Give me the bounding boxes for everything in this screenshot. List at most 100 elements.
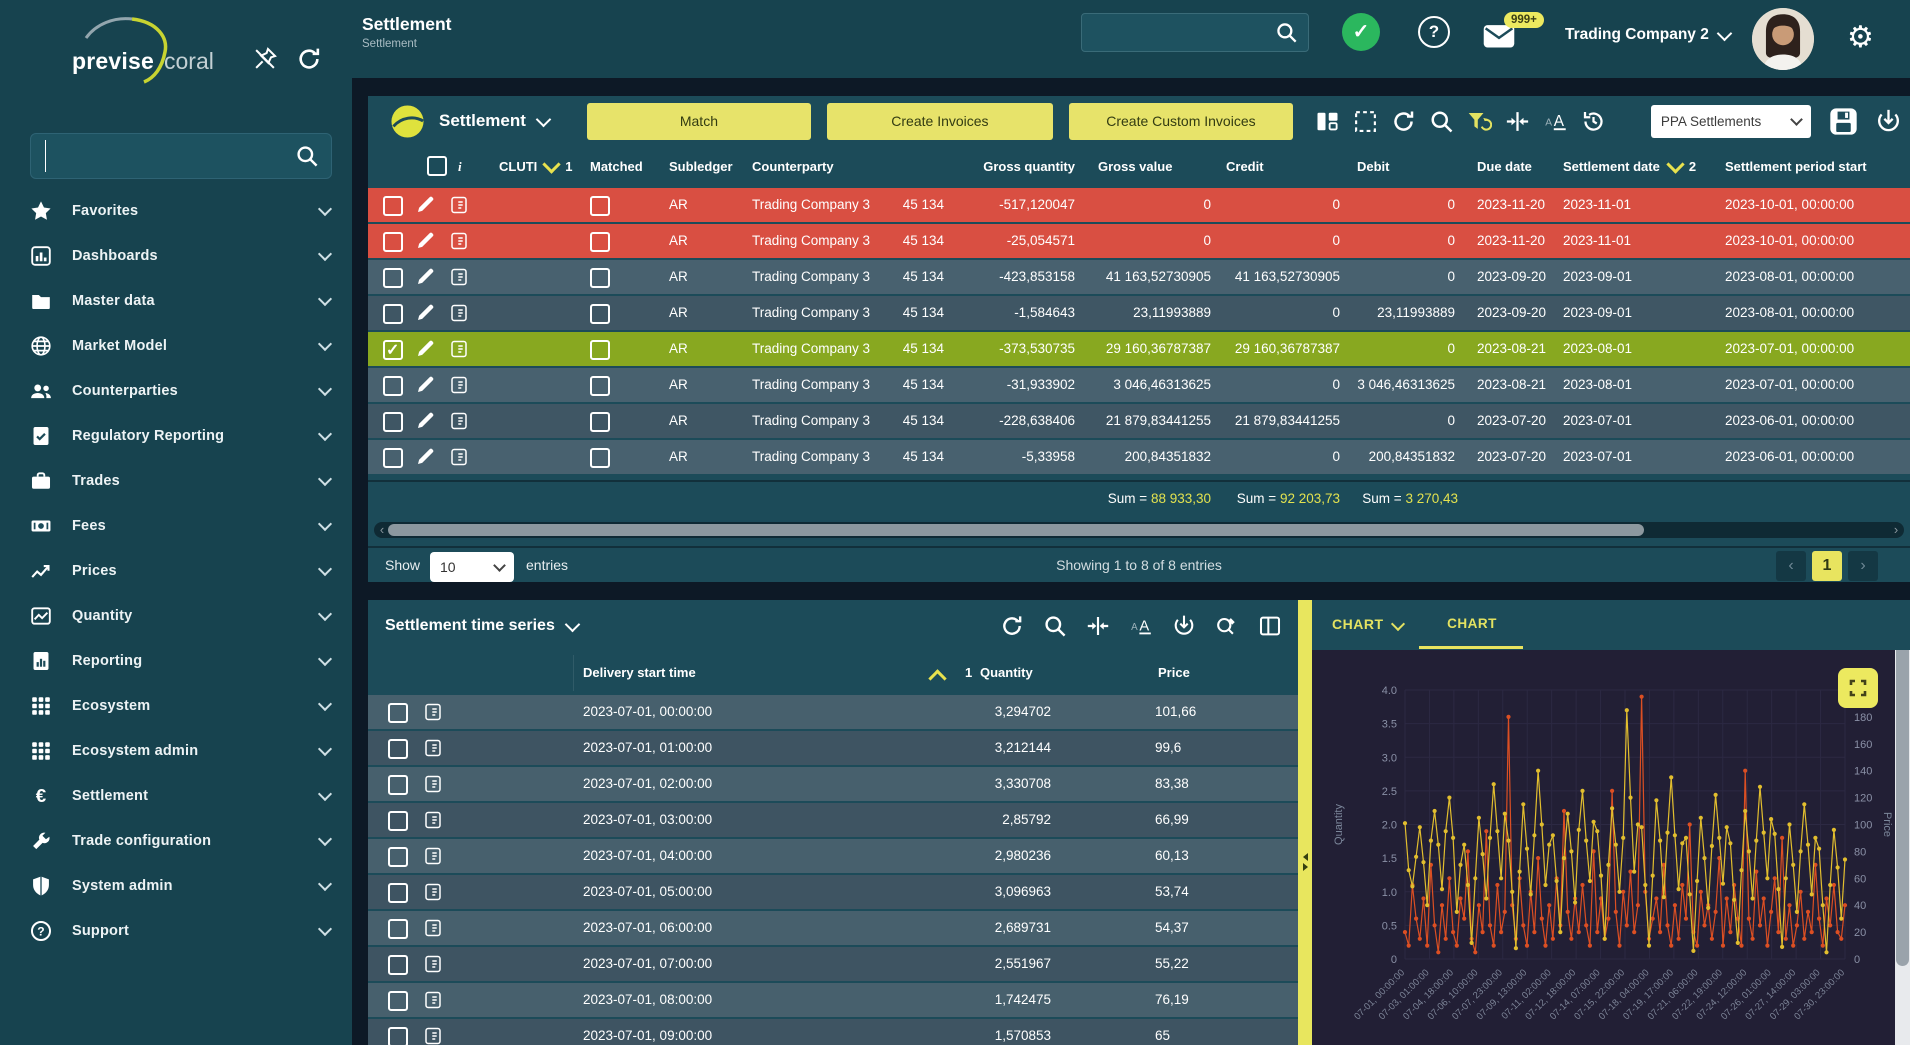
table-row[interactable]: 45 134ARTrading Company 3-423,85315841 1… — [368, 260, 1910, 294]
sidebar-item-regulatory-reporting[interactable]: Regulatory Reporting — [0, 413, 352, 458]
column-header-settlement-period-start[interactable]: Settlement period start — [1725, 148, 1867, 186]
matched-checkbox[interactable] — [590, 196, 610, 216]
edit-icon[interactable] — [415, 339, 435, 359]
sidebar-item-support[interactable]: ?Support — [0, 908, 352, 953]
row-checkbox[interactable] — [388, 991, 408, 1011]
details-icon[interactable] — [449, 375, 469, 395]
refresh-icon[interactable] — [1000, 614, 1024, 638]
sidebar-search-input[interactable] — [45, 140, 280, 172]
avatar[interactable] — [1752, 8, 1814, 70]
sidebar-item-quantity[interactable]: Quantity — [0, 593, 352, 638]
table-row[interactable]: 45 134ARTrading Company 3-25,05457100020… — [368, 224, 1910, 258]
tab-chart[interactable]: CHART — [1430, 616, 1514, 631]
selection-box-icon[interactable] — [1353, 109, 1378, 134]
row-checkbox[interactable] — [383, 304, 403, 324]
columns-icon[interactable] — [1315, 109, 1340, 134]
matched-checkbox[interactable] — [590, 268, 610, 288]
table-row[interactable]: 45 134ARTrading Company 3-373,53073529 1… — [368, 332, 1910, 366]
edit-icon[interactable] — [415, 447, 435, 467]
details-icon[interactable] — [423, 702, 443, 722]
table-row[interactable]: 2023-07-01, 09:00:001,57085365 — [368, 1019, 1298, 1045]
table-row[interactable]: 45 134ARTrading Company 3-517,1200470002… — [368, 188, 1910, 222]
settings-gear-icon[interactable]: ⚙ — [1847, 20, 1874, 56]
timeseries-chart[interactable]: 4.03.53.02.52.01.51.00.50200180160140120… — [1312, 650, 1910, 1045]
fit-columns-icon[interactable] — [1086, 614, 1110, 638]
horizontal-scrollbar[interactable]: ‹ › — [374, 522, 1904, 538]
row-checkbox[interactable] — [383, 196, 403, 216]
select-all-checkbox[interactable] — [427, 156, 447, 176]
panel-resize-divider[interactable] — [1298, 600, 1312, 1045]
table-row[interactable]: 2023-07-01, 06:00:002,68973154,37 — [368, 911, 1298, 945]
column-header-price[interactable]: Price — [1158, 655, 1190, 691]
column-header-settlement-date[interactable]: Settlement date2 — [1563, 148, 1696, 186]
row-checkbox[interactable] — [388, 811, 408, 831]
row-checkbox[interactable] — [383, 376, 403, 396]
sidebar-item-trade-configuration[interactable]: Trade configuration — [0, 818, 352, 863]
sidebar-item-prices[interactable]: Prices — [0, 548, 352, 593]
column-header-credit[interactable]: Credit — [1226, 148, 1264, 186]
details-icon[interactable] — [449, 339, 469, 359]
search-icon[interactable] — [295, 144, 319, 168]
table-row[interactable]: 2023-07-01, 03:00:002,8579266,99 — [368, 803, 1298, 837]
column-header-cluti[interactable]: CLUTI1 — [499, 148, 573, 186]
table-row[interactable]: 2023-07-01, 01:00:003,21214499,6 — [368, 731, 1298, 765]
edit-icon[interactable] — [415, 195, 435, 215]
download-icon[interactable] — [1875, 108, 1902, 135]
save-icon[interactable] — [1829, 107, 1858, 136]
fullscreen-button[interactable] — [1838, 668, 1878, 708]
row-checkbox[interactable] — [388, 703, 408, 723]
row-checkbox[interactable] — [388, 739, 408, 759]
details-icon[interactable] — [449, 267, 469, 287]
chart-type-dropdown[interactable]: CHART — [1332, 616, 1403, 632]
table-row[interactable]: 2023-07-01, 08:00:001,74247576,19 — [368, 983, 1298, 1017]
create-invoices-button[interactable]: Create Invoices — [827, 103, 1053, 140]
sidebar-item-trades[interactable]: Trades — [0, 458, 352, 503]
font-size-icon[interactable]: AA — [1543, 109, 1568, 134]
sidebar-item-market-model[interactable]: Market Model — [0, 323, 352, 368]
row-checkbox[interactable] — [388, 919, 408, 939]
table-row[interactable]: 45 134ARTrading Company 3-1,58464323,119… — [368, 296, 1910, 330]
edit-icon[interactable] — [415, 267, 435, 287]
sidebar-item-ecosystem[interactable]: Ecosystem — [0, 683, 352, 728]
sidebar-item-master-data[interactable]: Master data — [0, 278, 352, 323]
table-row[interactable]: 45 134ARTrading Company 3-5,33958200,843… — [368, 440, 1910, 474]
search-icon[interactable] — [1043, 614, 1067, 638]
sidebar-item-fees[interactable]: Fees — [0, 503, 352, 548]
next-page-button[interactable]: › — [1848, 551, 1878, 581]
details-icon[interactable] — [423, 918, 443, 938]
column-header-counterparty[interactable]: Counterparty — [752, 148, 834, 186]
status-ok-icon[interactable]: ✓ — [1342, 13, 1380, 51]
fit-columns-icon[interactable] — [1505, 109, 1530, 134]
refresh-icon[interactable] — [1391, 109, 1416, 134]
sidebar-item-settlement[interactable]: €Settlement — [0, 773, 352, 818]
sidebar-item-favorites[interactable]: Favorites — [0, 188, 352, 233]
query-edit-icon[interactable] — [1215, 614, 1239, 638]
column-header-debit[interactable]: Debit — [1357, 148, 1390, 186]
edit-icon[interactable] — [415, 231, 435, 251]
details-icon[interactable] — [449, 303, 469, 323]
row-checkbox[interactable] — [383, 232, 403, 252]
details-icon[interactable] — [423, 954, 443, 974]
help-icon[interactable]: ? — [1418, 16, 1450, 48]
chevron-down-icon[interactable] — [565, 616, 581, 632]
search-icon[interactable] — [1275, 21, 1298, 44]
details-icon[interactable] — [449, 195, 469, 215]
sidebar-item-reporting[interactable]: Reporting — [0, 638, 352, 683]
table-row[interactable]: 2023-07-01, 00:00:003,294702101,66 — [368, 695, 1298, 729]
vertical-scrollbar[interactable] — [1895, 650, 1910, 1045]
table-row[interactable]: 45 134ARTrading Company 3-31,9339023 046… — [368, 368, 1910, 402]
create-custom-invoices-button[interactable]: Create Custom Invoices — [1069, 103, 1293, 140]
edit-icon[interactable] — [415, 375, 435, 395]
history-icon[interactable] — [1581, 109, 1606, 134]
row-checkbox[interactable] — [388, 883, 408, 903]
column-header-matched[interactable]: Matched — [590, 148, 643, 186]
page-1-button[interactable]: 1 — [1812, 551, 1842, 581]
details-icon[interactable] — [423, 774, 443, 794]
notifications[interactable]: 999+ — [1482, 18, 1546, 58]
table-row[interactable]: 45 134ARTrading Company 3-228,63840621 8… — [368, 404, 1910, 438]
scrollbar-thumb[interactable] — [1896, 650, 1909, 966]
details-icon[interactable] — [423, 990, 443, 1010]
row-checkbox[interactable] — [388, 955, 408, 975]
row-checkbox[interactable] — [383, 268, 403, 288]
match-button[interactable]: Match — [587, 103, 811, 140]
